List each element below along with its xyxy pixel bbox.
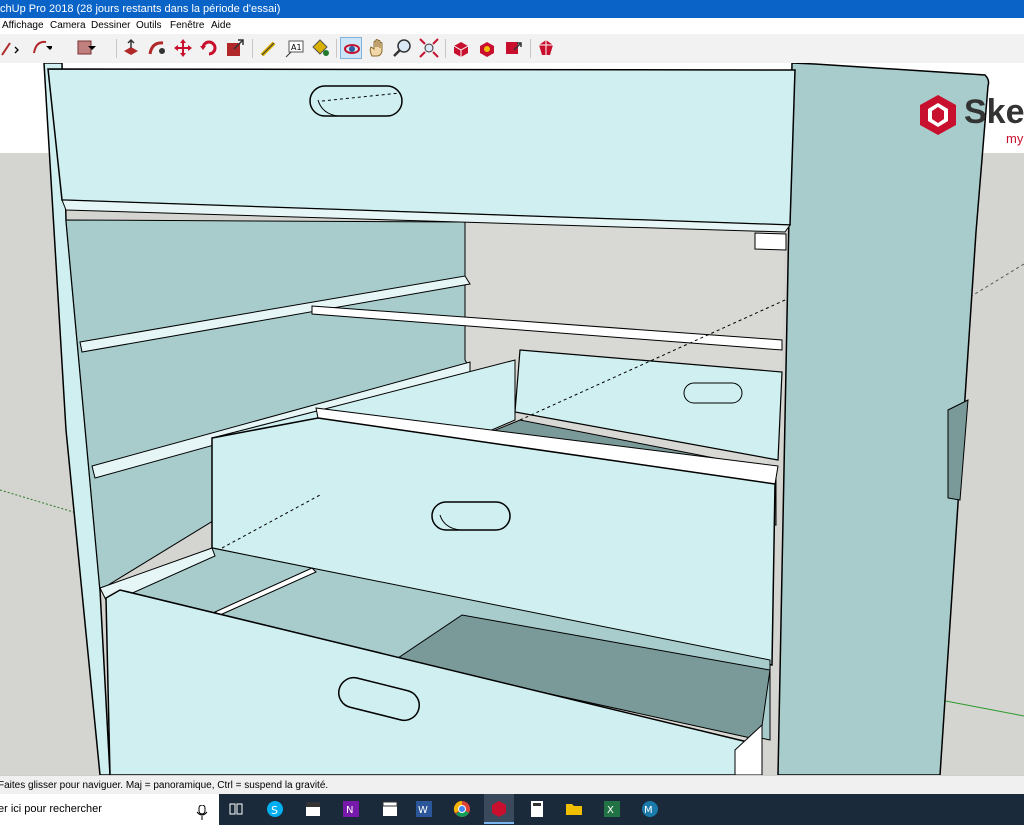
file-explorer-icon[interactable] — [564, 799, 584, 819]
pencil-icon[interactable] — [0, 37, 22, 59]
svg-text:M: M — [644, 805, 653, 816]
rotate-icon[interactable] — [198, 37, 220, 59]
extension-icon[interactable] — [535, 37, 557, 59]
scale-icon[interactable] — [224, 37, 246, 59]
taskbar: er ici pour rechercher S N W X M — [0, 794, 1024, 825]
middle-drawer-back-handle — [683, 382, 743, 404]
toolbar: A1 — [0, 34, 1024, 64]
taskbar-search-input[interactable]: er ici pour rechercher — [0, 794, 102, 825]
warehouse-icon[interactable] — [450, 37, 472, 59]
title-bar: tchUp Pro 2018 (28 jours restants dans l… — [0, 0, 1024, 18]
menu-bar: Affichage Camera Dessiner Outils Fenêtre… — [0, 18, 1024, 35]
text-icon[interactable]: A1 — [284, 37, 306, 59]
model-canvas[interactable] — [0, 62, 1024, 776]
components-icon[interactable] — [476, 37, 498, 59]
word-icon[interactable]: W — [414, 799, 434, 819]
top-drawer-front — [47, 68, 796, 226]
onenote-icon[interactable]: N — [341, 799, 361, 819]
share-icon[interactable] — [502, 37, 524, 59]
arc-icon[interactable] — [30, 37, 52, 59]
svg-text:N: N — [346, 805, 353, 816]
logo-subtext: my — [1006, 131, 1024, 146]
paint-bucket-icon[interactable] — [309, 37, 331, 59]
skype-icon[interactable]: S — [265, 799, 285, 819]
menu-aide[interactable]: Aide — [211, 18, 231, 34]
zoom-icon[interactable] — [392, 37, 414, 59]
svg-text:W: W — [418, 805, 428, 816]
middle-drawer-handle — [431, 501, 511, 531]
modeling-viewport[interactable]: Ske my — [0, 62, 1024, 776]
rectangle-icon[interactable] — [74, 37, 96, 59]
tape-measure-icon[interactable] — [258, 37, 280, 59]
svg-text:A1: A1 — [291, 43, 302, 52]
sticky-notes-icon[interactable] — [303, 799, 323, 819]
taskbar-search[interactable]: er ici pour rechercher — [0, 794, 219, 825]
mindmap-icon[interactable]: M — [640, 799, 660, 819]
movie-maker-icon[interactable] — [380, 799, 400, 819]
orbit-icon[interactable] — [340, 37, 362, 59]
menu-affichage[interactable]: Affichage — [2, 18, 44, 34]
svg-text:S: S — [271, 804, 278, 817]
window-title: tchUp Pro 2018 (28 jours restants dans l… — [0, 3, 281, 15]
menu-fenetre[interactable]: Fenêtre — [170, 18, 204, 34]
menu-dessiner[interactable]: Dessiner — [91, 18, 130, 34]
status-text: Faites glisser pour naviguer. Maj = pano… — [0, 780, 329, 791]
follow-me-icon[interactable] — [146, 37, 168, 59]
status-bar: Faites glisser pour naviguer. Maj = pano… — [0, 775, 1024, 795]
move-icon[interactable] — [172, 37, 194, 59]
zoom-extents-icon[interactable] — [418, 37, 440, 59]
menu-camera[interactable]: Camera — [50, 18, 86, 34]
push-pull-icon[interactable] — [120, 37, 142, 59]
menu-outils[interactable]: Outils — [136, 18, 162, 34]
calculator-icon[interactable] — [527, 799, 547, 819]
microphone-icon[interactable] — [195, 802, 209, 820]
pan-icon[interactable] — [366, 37, 388, 59]
task-view-icon[interactable] — [226, 799, 246, 819]
logo-brand-text: Ske — [964, 93, 1024, 131]
sketchup-logo: Ske my — [918, 93, 1024, 160]
sketchup-icon[interactable] — [484, 794, 514, 824]
chrome-icon[interactable] — [452, 799, 472, 819]
excel-icon[interactable]: X — [602, 799, 622, 819]
svg-text:X: X — [607, 805, 614, 816]
